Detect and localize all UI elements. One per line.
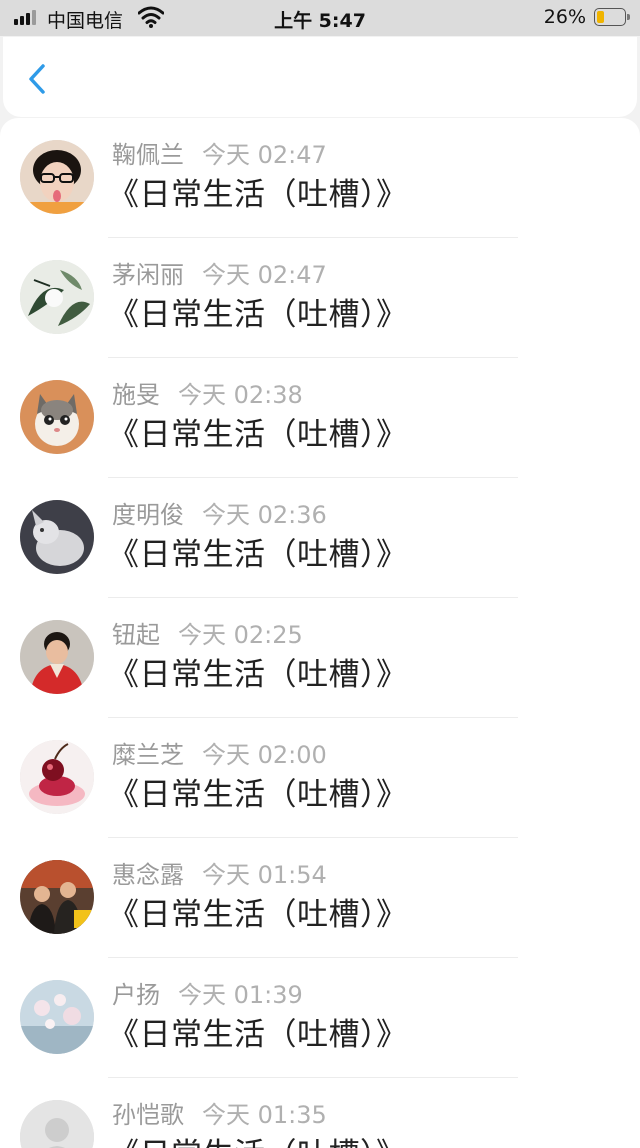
- user-name: 度明俊: [112, 501, 184, 529]
- list-item[interactable]: 茅闲丽 今天 02:47 《日常生活（吐槽）》: [0, 238, 640, 358]
- list-item[interactable]: 钮起 今天 02:25 《日常生活（吐槽）》: [0, 598, 640, 718]
- user-name: 钮起: [112, 621, 160, 649]
- navigation-bar: [3, 37, 637, 117]
- timestamp: 今天 02:00: [202, 741, 327, 769]
- item-title: 《日常生活（吐槽）》: [108, 537, 408, 573]
- user-name: 户扬: [112, 981, 160, 1009]
- back-button[interactable]: [23, 61, 53, 97]
- battery-icon: [594, 8, 630, 26]
- list-item[interactable]: 糜兰芝 今天 02:00 《日常生活（吐槽）》: [0, 718, 640, 838]
- battery-percent: 26%: [543, 6, 586, 28]
- timestamp: 今天 01:39: [178, 981, 303, 1009]
- user-name: 鞠佩兰: [112, 141, 184, 169]
- name-time-line: 孙恺歌 今天 01:35: [112, 1100, 327, 1130]
- item-title: 《日常生活（吐槽）》: [108, 297, 408, 333]
- name-time-line: 施旻 今天 02:38: [112, 380, 303, 410]
- item-title: 《日常生活（吐槽）》: [108, 777, 408, 813]
- name-time-line: 度明俊 今天 02:36: [112, 500, 327, 530]
- list-item[interactable]: 鞠佩兰 今天 02:47 《日常生活（吐槽）》: [0, 118, 640, 238]
- chevron-left-icon: [29, 64, 45, 94]
- item-title: 《日常生活（吐槽）》: [108, 1136, 408, 1148]
- status-bar: 中国电信 上午 5:47 26%: [0, 0, 640, 36]
- message-list: 鞠佩兰 今天 02:47 《日常生活（吐槽）》 茅闲丽 今天 02:47 《日常生活…: [0, 118, 640, 1148]
- avatar: [20, 380, 94, 454]
- timestamp: 今天 02:47: [202, 261, 327, 289]
- timestamp: 今天 01:54: [202, 861, 327, 889]
- list-item[interactable]: 度明俊 今天 02:36 《日常生活（吐槽）》: [0, 478, 640, 598]
- item-title: 《日常生活（吐槽）》: [108, 417, 408, 453]
- user-name: 茅闲丽: [112, 261, 184, 289]
- name-time-line: 糜兰芝 今天 02:00: [112, 740, 327, 770]
- timestamp: 今天 02:36: [202, 501, 327, 529]
- list-item[interactable]: 孙恺歌今天 01:35 《日常生活（吐槽）》: [0, 1078, 640, 1148]
- name-time-line: 钮起 今天 02:25: [112, 620, 303, 650]
- list-item[interactable]: 惠念露 今天 01:54 《日常生活（吐槽）》: [0, 838, 640, 958]
- list-item[interactable]: 施旻 今天 02:38 《日常生活（吐槽）》: [0, 358, 640, 478]
- item-title: 《日常生活（吐槽）》: [108, 897, 408, 933]
- user-name: 糜兰芝: [112, 741, 184, 769]
- avatar: [20, 740, 94, 814]
- timestamp: 今天 02:38: [178, 381, 303, 409]
- list-item[interactable]: 户扬 今天 01:39 《日常生活（吐槽）》: [0, 958, 640, 1078]
- item-title: 《日常生活（吐槽）》: [108, 1017, 408, 1053]
- avatar: [20, 260, 94, 334]
- name-time-line: 鞠佩兰 今天 02:47: [112, 140, 327, 170]
- user-name: 孙恺歌: [112, 1101, 184, 1129]
- avatar: [20, 980, 94, 1054]
- avatar: [20, 140, 94, 214]
- timestamp: 今天 01:35: [202, 1101, 327, 1129]
- avatar: [20, 620, 94, 694]
- item-title: 《日常生活（吐槽）》: [108, 657, 408, 693]
- timestamp: 今天 02:47: [202, 141, 327, 169]
- avatar: [20, 860, 94, 934]
- name-time-line: 茅闲丽 今天 02:47: [112, 260, 327, 290]
- avatar: [20, 500, 94, 574]
- user-name: 施旻: [112, 381, 160, 409]
- user-name: 惠念露: [112, 861, 184, 889]
- name-time-line: 惠念露 今天 01:54: [112, 860, 327, 890]
- name-time-line: 户扬 今天 01:39: [112, 980, 303, 1010]
- timestamp: 今天 02:25: [178, 621, 303, 649]
- item-title: 《日常生活（吐槽）》: [108, 177, 408, 213]
